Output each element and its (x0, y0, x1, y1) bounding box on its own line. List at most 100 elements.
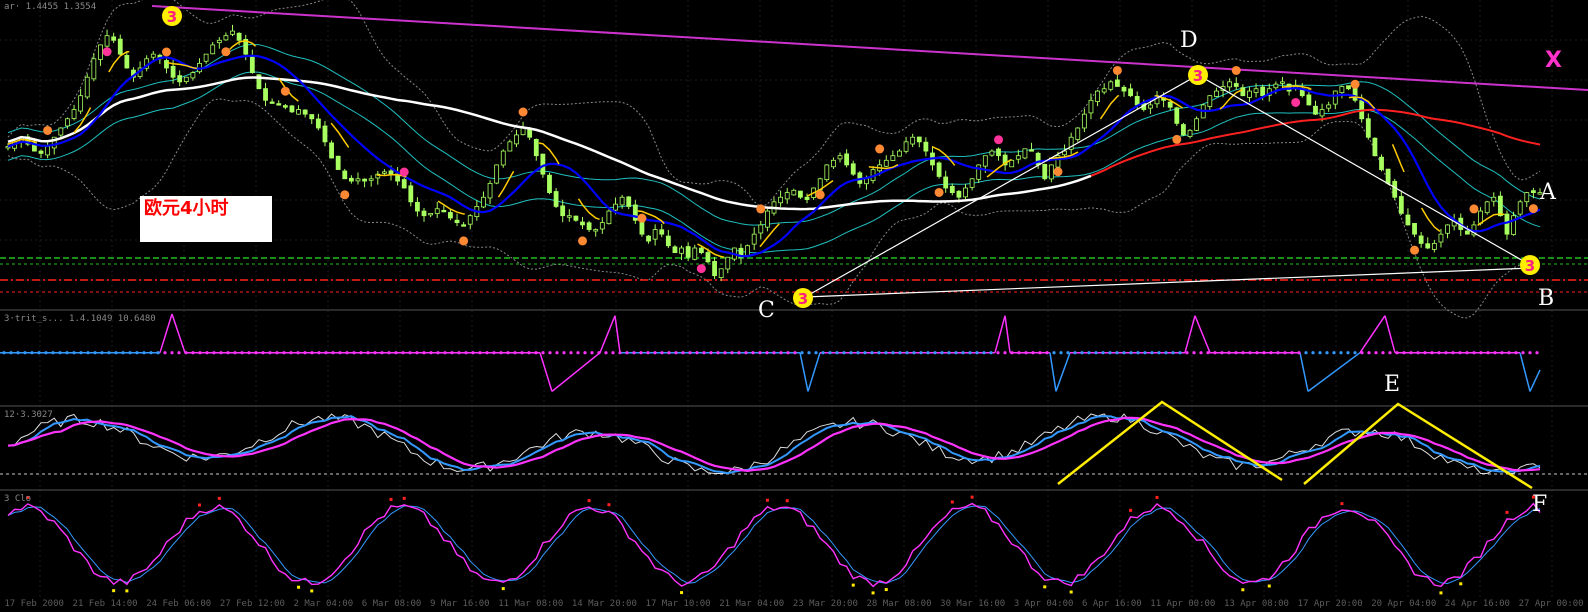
candle-body (1101, 88, 1107, 93)
candle-body (335, 155, 341, 170)
candle-body (982, 155, 988, 167)
candle-body (659, 229, 665, 235)
step-dot (1241, 351, 1245, 355)
step-dot (513, 351, 517, 355)
step-dot (233, 351, 237, 355)
step-dot (604, 351, 608, 355)
candle-body (1319, 109, 1325, 117)
step-dot (1164, 351, 1168, 355)
signal-marker-minor (994, 135, 1004, 145)
candle-body (1438, 233, 1444, 243)
candle-body (1405, 214, 1411, 226)
step-dot (674, 351, 678, 355)
candle-body (1517, 201, 1523, 215)
candle-body (282, 105, 288, 108)
step-dot (772, 351, 776, 355)
candle-body (388, 170, 394, 175)
signal-marker-minor (875, 144, 885, 154)
step-dot (1325, 351, 1329, 355)
step-dot (842, 351, 846, 355)
stochastic-trough-dot (680, 591, 684, 595)
step-dot (800, 351, 804, 355)
candle-body (1332, 90, 1338, 105)
time-axis-label: 24 Apr 16:00 (1444, 599, 1510, 609)
candle-body (150, 53, 156, 58)
pattern-label-x: X (1545, 48, 1562, 73)
stochastic-peak-dot (1155, 495, 1159, 499)
candle-body (533, 138, 539, 157)
signal-marker-major-label: 3 (1525, 257, 1535, 275)
stochastic-trough-dot (884, 588, 888, 592)
step-dot (576, 351, 580, 355)
candle-body (923, 141, 929, 152)
time-axis-label: 27 Apr 00:00 (1518, 599, 1584, 609)
stochastic-trough-dot (1439, 591, 1443, 595)
candle-body (1385, 168, 1391, 184)
step-dot (856, 351, 860, 355)
time-axis-label: 6 Mar 08:00 (361, 599, 422, 609)
step-dot (1346, 351, 1350, 355)
step-dot (751, 351, 755, 355)
candle-body (269, 101, 275, 104)
step-dot (408, 351, 412, 355)
step-dot (254, 351, 258, 355)
signal-marker-minor (518, 107, 528, 117)
candle-body (1491, 196, 1497, 202)
candle-body (1530, 190, 1536, 194)
step-dot (247, 351, 251, 355)
step-dot (422, 351, 426, 355)
step-dot (212, 351, 216, 355)
time-axis-label: 14 Mar 20:00 (571, 599, 637, 609)
step-segment (1184, 315, 1196, 353)
signal-marker-minor (934, 187, 944, 197)
candle-body (415, 201, 420, 212)
step-dot (1171, 351, 1175, 355)
step-dot (1437, 351, 1441, 355)
step-dot (625, 351, 629, 355)
candlesticks (5, 24, 1543, 281)
step-dot (1255, 351, 1259, 355)
signal-marker-minor (1053, 167, 1063, 177)
step-segment (799, 352, 809, 392)
step-dot (814, 351, 818, 355)
step-dot (1521, 351, 1525, 355)
candle-body (1425, 243, 1431, 249)
candle-body (1167, 101, 1173, 108)
step-dot (534, 351, 538, 355)
step-dot (1486, 351, 1490, 355)
step-dot (310, 351, 314, 355)
candle-body (897, 150, 902, 157)
candle-body (698, 247, 704, 254)
step-dot (156, 351, 160, 355)
step-dot (793, 351, 797, 355)
oscillator-raw (7, 413, 1541, 474)
step-dot (681, 351, 685, 355)
stochastic-trough-dot (310, 589, 314, 593)
candle-body (289, 105, 295, 113)
candle-body (1445, 224, 1450, 234)
candle-body (1504, 213, 1510, 235)
candle-body (613, 203, 618, 211)
stochastic-panel (7, 495, 1541, 595)
step-segment (1299, 352, 1309, 392)
candle-body (170, 65, 176, 78)
candle-body (190, 72, 196, 79)
candle-body (1147, 104, 1153, 109)
stochastic-peak-dot (198, 503, 201, 507)
time-axis-label: 6 Apr 16:00 (1082, 599, 1142, 609)
candle-body (963, 187, 968, 198)
step-dot (835, 351, 839, 355)
candle-body (342, 170, 348, 180)
signal-marker-minor (1469, 204, 1479, 214)
candle-body (712, 261, 717, 277)
candle-body (798, 190, 803, 198)
candle-body (989, 150, 995, 156)
candle-body (758, 224, 764, 234)
step-dot (1500, 351, 1504, 355)
candle-body (1227, 81, 1233, 88)
candle-body (573, 215, 579, 221)
step-dot (16, 351, 20, 355)
candle-body (883, 159, 889, 167)
pattern-label-b: B (1538, 286, 1555, 311)
stochastic-main (7, 502, 1541, 588)
